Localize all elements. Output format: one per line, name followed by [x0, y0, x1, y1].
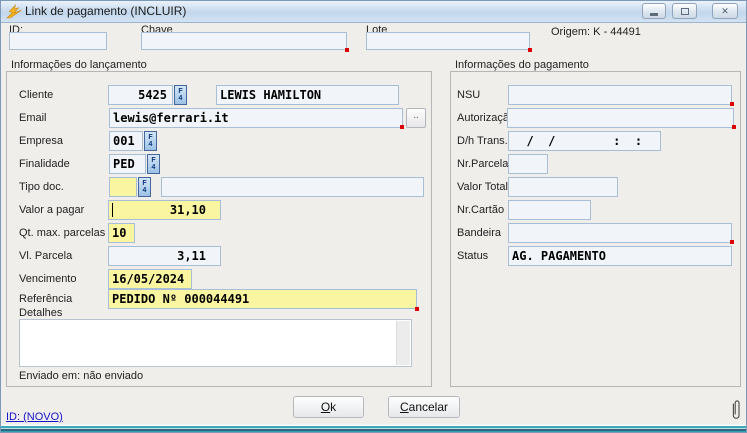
vencimento-label: Vencimento: [19, 273, 76, 285]
titlebar: Link de pagamento (INCLUIR) ✕: [1, 1, 746, 23]
nr-parcelas-label: Nr.Parcelas: [457, 158, 514, 170]
bandeira-field[interactable]: [508, 223, 732, 243]
cliente-name-field[interactable]: [216, 85, 399, 105]
window-title: Link de pagamento (INCLUIR): [25, 4, 186, 18]
f4-icon: F: [148, 134, 152, 141]
bandeira-label: Bandeira: [457, 227, 501, 239]
vl-parcela-label: Vl. Parcela: [19, 250, 72, 262]
valor-total-label: Valor Total: [457, 181, 508, 193]
app-window: Link de pagamento (INCLUIR) ✕ ID: Chave …: [0, 0, 747, 433]
maximize-button[interactable]: [672, 3, 697, 19]
status-label: Status: [457, 250, 488, 262]
cliente-label: Cliente: [19, 89, 53, 101]
lancamento-group-title: Informações do lançamento: [9, 59, 149, 71]
close-button[interactable]: ✕: [712, 3, 738, 19]
valor-a-pagar-label: Valor a pagar: [19, 204, 84, 216]
chave-field[interactable]: [141, 32, 347, 50]
ellipsis-icon: ..: [413, 110, 419, 121]
detalhes-textarea[interactable]: [19, 319, 412, 367]
scrollbar[interactable]: [396, 321, 410, 365]
status-field[interactable]: [508, 246, 732, 266]
f4-icon: 4: [152, 164, 156, 171]
required-dot: [732, 125, 736, 129]
email-browse-button[interactable]: ..: [406, 108, 426, 128]
dh-trans-label: D/h Trans.: [457, 135, 508, 147]
minimize-button[interactable]: [642, 3, 666, 19]
vencimento-field[interactable]: [108, 269, 192, 289]
f4-icon: F: [151, 157, 155, 164]
valor-a-pagar-field[interactable]: [108, 200, 221, 220]
tipo-doc-desc-field[interactable]: [161, 177, 424, 197]
referencia-label: Referência: [19, 293, 72, 305]
maximize-icon: [681, 8, 689, 15]
nr-parcelas-field[interactable]: [508, 154, 548, 174]
email-label: Email: [19, 112, 47, 124]
enviado-status-text: Enviado em: não enviado: [19, 370, 143, 382]
finalidade-f4-lookup-button[interactable]: F 4: [147, 154, 160, 174]
empresa-field[interactable]: [109, 131, 143, 151]
close-icon: ✕: [721, 6, 729, 17]
ok-button[interactable]: Ok: [293, 396, 364, 418]
required-dot: [415, 307, 419, 311]
f4-icon: 4: [143, 187, 147, 194]
status-stripe: [1, 424, 746, 432]
required-dot: [528, 48, 532, 52]
referencia-field[interactable]: [108, 289, 417, 309]
lote-field[interactable]: [366, 32, 530, 50]
empresa-f4-lookup-button[interactable]: F 4: [144, 131, 157, 151]
required-dot: [400, 125, 404, 129]
qt-max-parcelas-label: Qt. max. parcelas: [19, 227, 105, 239]
minimize-icon: [650, 13, 658, 16]
dh-trans-field[interactable]: [508, 131, 661, 151]
finalidade-field[interactable]: [109, 154, 146, 174]
cliente-f4-lookup-button[interactable]: F 4: [174, 85, 187, 105]
f4-icon: F: [178, 88, 182, 95]
nsu-label: NSU: [457, 89, 480, 101]
app-icon: [6, 4, 22, 19]
paperclip-icon[interactable]: [730, 398, 742, 422]
vl-parcela-field[interactable]: [108, 246, 221, 266]
cancel-button[interactable]: Cancelar: [388, 396, 460, 418]
detalhes-label: Detalhes: [19, 307, 62, 319]
required-dot: [345, 48, 349, 52]
autorizacao-field[interactable]: [507, 108, 734, 128]
id-field[interactable]: [9, 32, 107, 50]
cliente-code-field[interactable]: [108, 85, 173, 105]
qt-max-parcelas-field[interactable]: [108, 223, 135, 243]
f4-icon: F: [142, 180, 146, 187]
f4-icon: 4: [149, 141, 153, 148]
required-dot: [730, 102, 734, 106]
finalidade-label: Finalidade: [19, 158, 70, 170]
f4-icon: 4: [179, 95, 183, 102]
nr-cartao-field[interactable]: [508, 200, 591, 220]
origem-text: Origem: K - 44491: [551, 26, 641, 38]
pagamento-group-title: Informações do pagamento: [453, 59, 591, 71]
tipo-doc-label: Tipo doc.: [19, 181, 64, 193]
email-field[interactable]: [109, 108, 403, 128]
required-dot: [730, 240, 734, 244]
tipo-doc-f4-lookup-button[interactable]: F 4: [138, 177, 151, 197]
valor-total-field[interactable]: [508, 177, 618, 197]
empresa-label: Empresa: [19, 135, 63, 147]
id-novo-link[interactable]: ID: (NOVO): [6, 411, 63, 423]
nsu-field[interactable]: [508, 85, 732, 105]
tipo-doc-field[interactable]: [109, 177, 137, 197]
text-caret: [112, 203, 113, 217]
nr-cartao-label: Nr.Cartão: [457, 204, 504, 216]
